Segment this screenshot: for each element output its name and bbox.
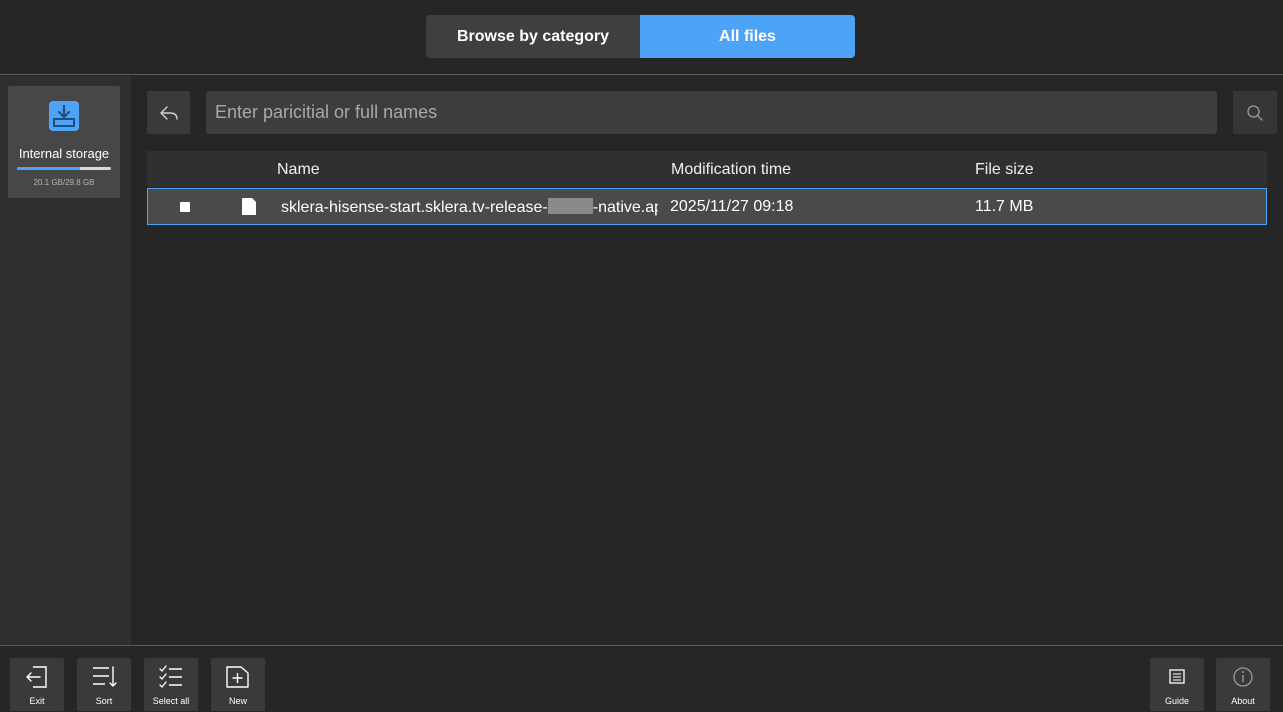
file-name: sklera-hisense-start.sklera.tv-release- -… — [281, 198, 658, 216]
file-table-header: Name Modification time File size — [147, 151, 1267, 187]
sort-icon — [93, 666, 117, 687]
internal-storage-item[interactable]: Internal storage 20.1 GB/29.8 GB — [8, 86, 120, 198]
redacted-text — [547, 198, 593, 214]
reply-back-icon — [159, 105, 178, 120]
about-icon — [1233, 667, 1253, 687]
select-all-icon — [159, 665, 182, 688]
search-button[interactable] — [1233, 91, 1277, 134]
storage-usage-bar — [17, 167, 111, 170]
tab-browse-by-category[interactable]: Browse by category — [426, 15, 640, 58]
download-tray-icon — [49, 101, 79, 131]
select-all-button[interactable]: Select all — [144, 658, 198, 711]
top-bar: Browse by category All files — [0, 0, 1283, 75]
back-button[interactable] — [147, 91, 190, 134]
file-icon — [242, 198, 256, 215]
new-folder-icon — [226, 666, 249, 688]
row-checkbox[interactable] — [180, 202, 190, 212]
bottom-toolbar: Exit Sort Select all New Guide About — [0, 645, 1283, 712]
exit-icon — [26, 666, 47, 688]
guide-button[interactable]: Guide — [1150, 658, 1204, 711]
storage-usage-fill — [17, 167, 80, 170]
new-button[interactable]: New — [211, 658, 265, 711]
storage-label: Internal storage — [18, 146, 110, 161]
search-input[interactable] — [206, 91, 1217, 134]
column-header-name[interactable]: Name — [277, 161, 320, 179]
table-row[interactable]: sklera-hisense-start.sklera.tv-release- -… — [147, 188, 1267, 225]
storage-usage-text: 20.1 GB/29.8 GB — [33, 178, 95, 187]
sort-button[interactable]: Sort — [77, 658, 131, 711]
about-button[interactable]: About — [1216, 658, 1270, 711]
exit-button[interactable]: Exit — [10, 658, 64, 711]
sidebar: Internal storage 20.1 GB/29.8 GB — [0, 76, 131, 645]
guide-icon — [1169, 669, 1185, 684]
file-size: 11.7 MB — [975, 198, 1034, 215]
column-header-file-size[interactable]: File size — [975, 161, 1034, 179]
file-manager-app: Browse by category All files Internal st… — [0, 0, 1283, 712]
tab-all-files[interactable]: All files — [640, 15, 855, 58]
search-icon — [1247, 104, 1263, 121]
column-header-modification-time[interactable]: Modification time — [671, 161, 791, 179]
file-modification-time: 2025/11/27 09:18 — [670, 198, 794, 215]
